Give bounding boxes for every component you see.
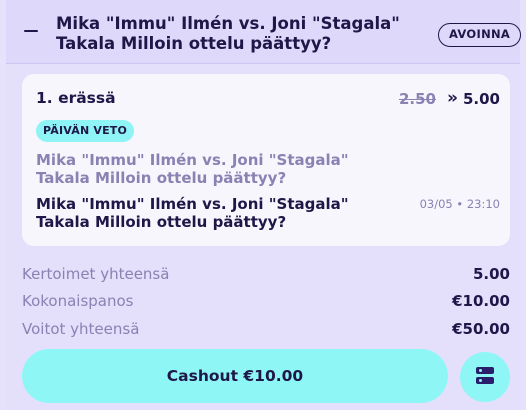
total-odds-value: 5.00: [472, 265, 510, 283]
total-odds-row: Kertoimet yhteensä 5.00: [22, 265, 510, 287]
bet-header[interactable]: Mika "Immu" Ilmén vs. Joni "Stagala" Tak…: [6, 0, 522, 64]
event-time: 03/05 • 23:10: [419, 197, 500, 211]
market-description-muted: Mika "Immu" Ilmén vs. Joni "Stagala" Tak…: [36, 151, 349, 187]
total-winnings-row: Voitot yhteensä €50.00: [22, 320, 510, 342]
total-stake-row: Kokonaispanos €10.00: [22, 292, 510, 314]
selection-period: 1. erässä: [36, 89, 116, 107]
odds-boost-arrow-icon: »: [447, 88, 458, 108]
total-winnings-label: Voitot yhteensä: [22, 320, 140, 338]
betslip-icon: [476, 377, 494, 384]
betslip-button[interactable]: [460, 352, 510, 402]
old-odds: 2.50: [398, 90, 436, 108]
cashout-button[interactable]: Cashout €10.00: [22, 349, 448, 403]
promo-badge: PÄIVÄN VETO: [36, 120, 135, 142]
status-badge: AVOINNA: [438, 23, 522, 47]
total-stake-value: €10.00: [452, 292, 510, 310]
event-title: Mika "Immu" Ilmén vs. Joni "Stagala" Tak…: [56, 14, 400, 53]
total-odds-label: Kertoimet yhteensä: [22, 265, 170, 283]
new-odds: 5.00: [462, 90, 500, 108]
bet-card: Mika "Immu" Ilmén vs. Joni "Stagala" Tak…: [6, 0, 522, 410]
total-stake-label: Kokonaispanos: [22, 292, 134, 310]
collapse-icon[interactable]: [24, 24, 38, 38]
total-winnings-value: €50.00: [452, 320, 510, 338]
market-description: Mika "Immu" Ilmén vs. Joni "Stagala" Tak…: [36, 195, 349, 231]
betslip-icon: [476, 367, 494, 374]
selection-card: 1. erässä 2.50 » 5.00 PÄIVÄN VETO Mika "…: [22, 74, 510, 246]
